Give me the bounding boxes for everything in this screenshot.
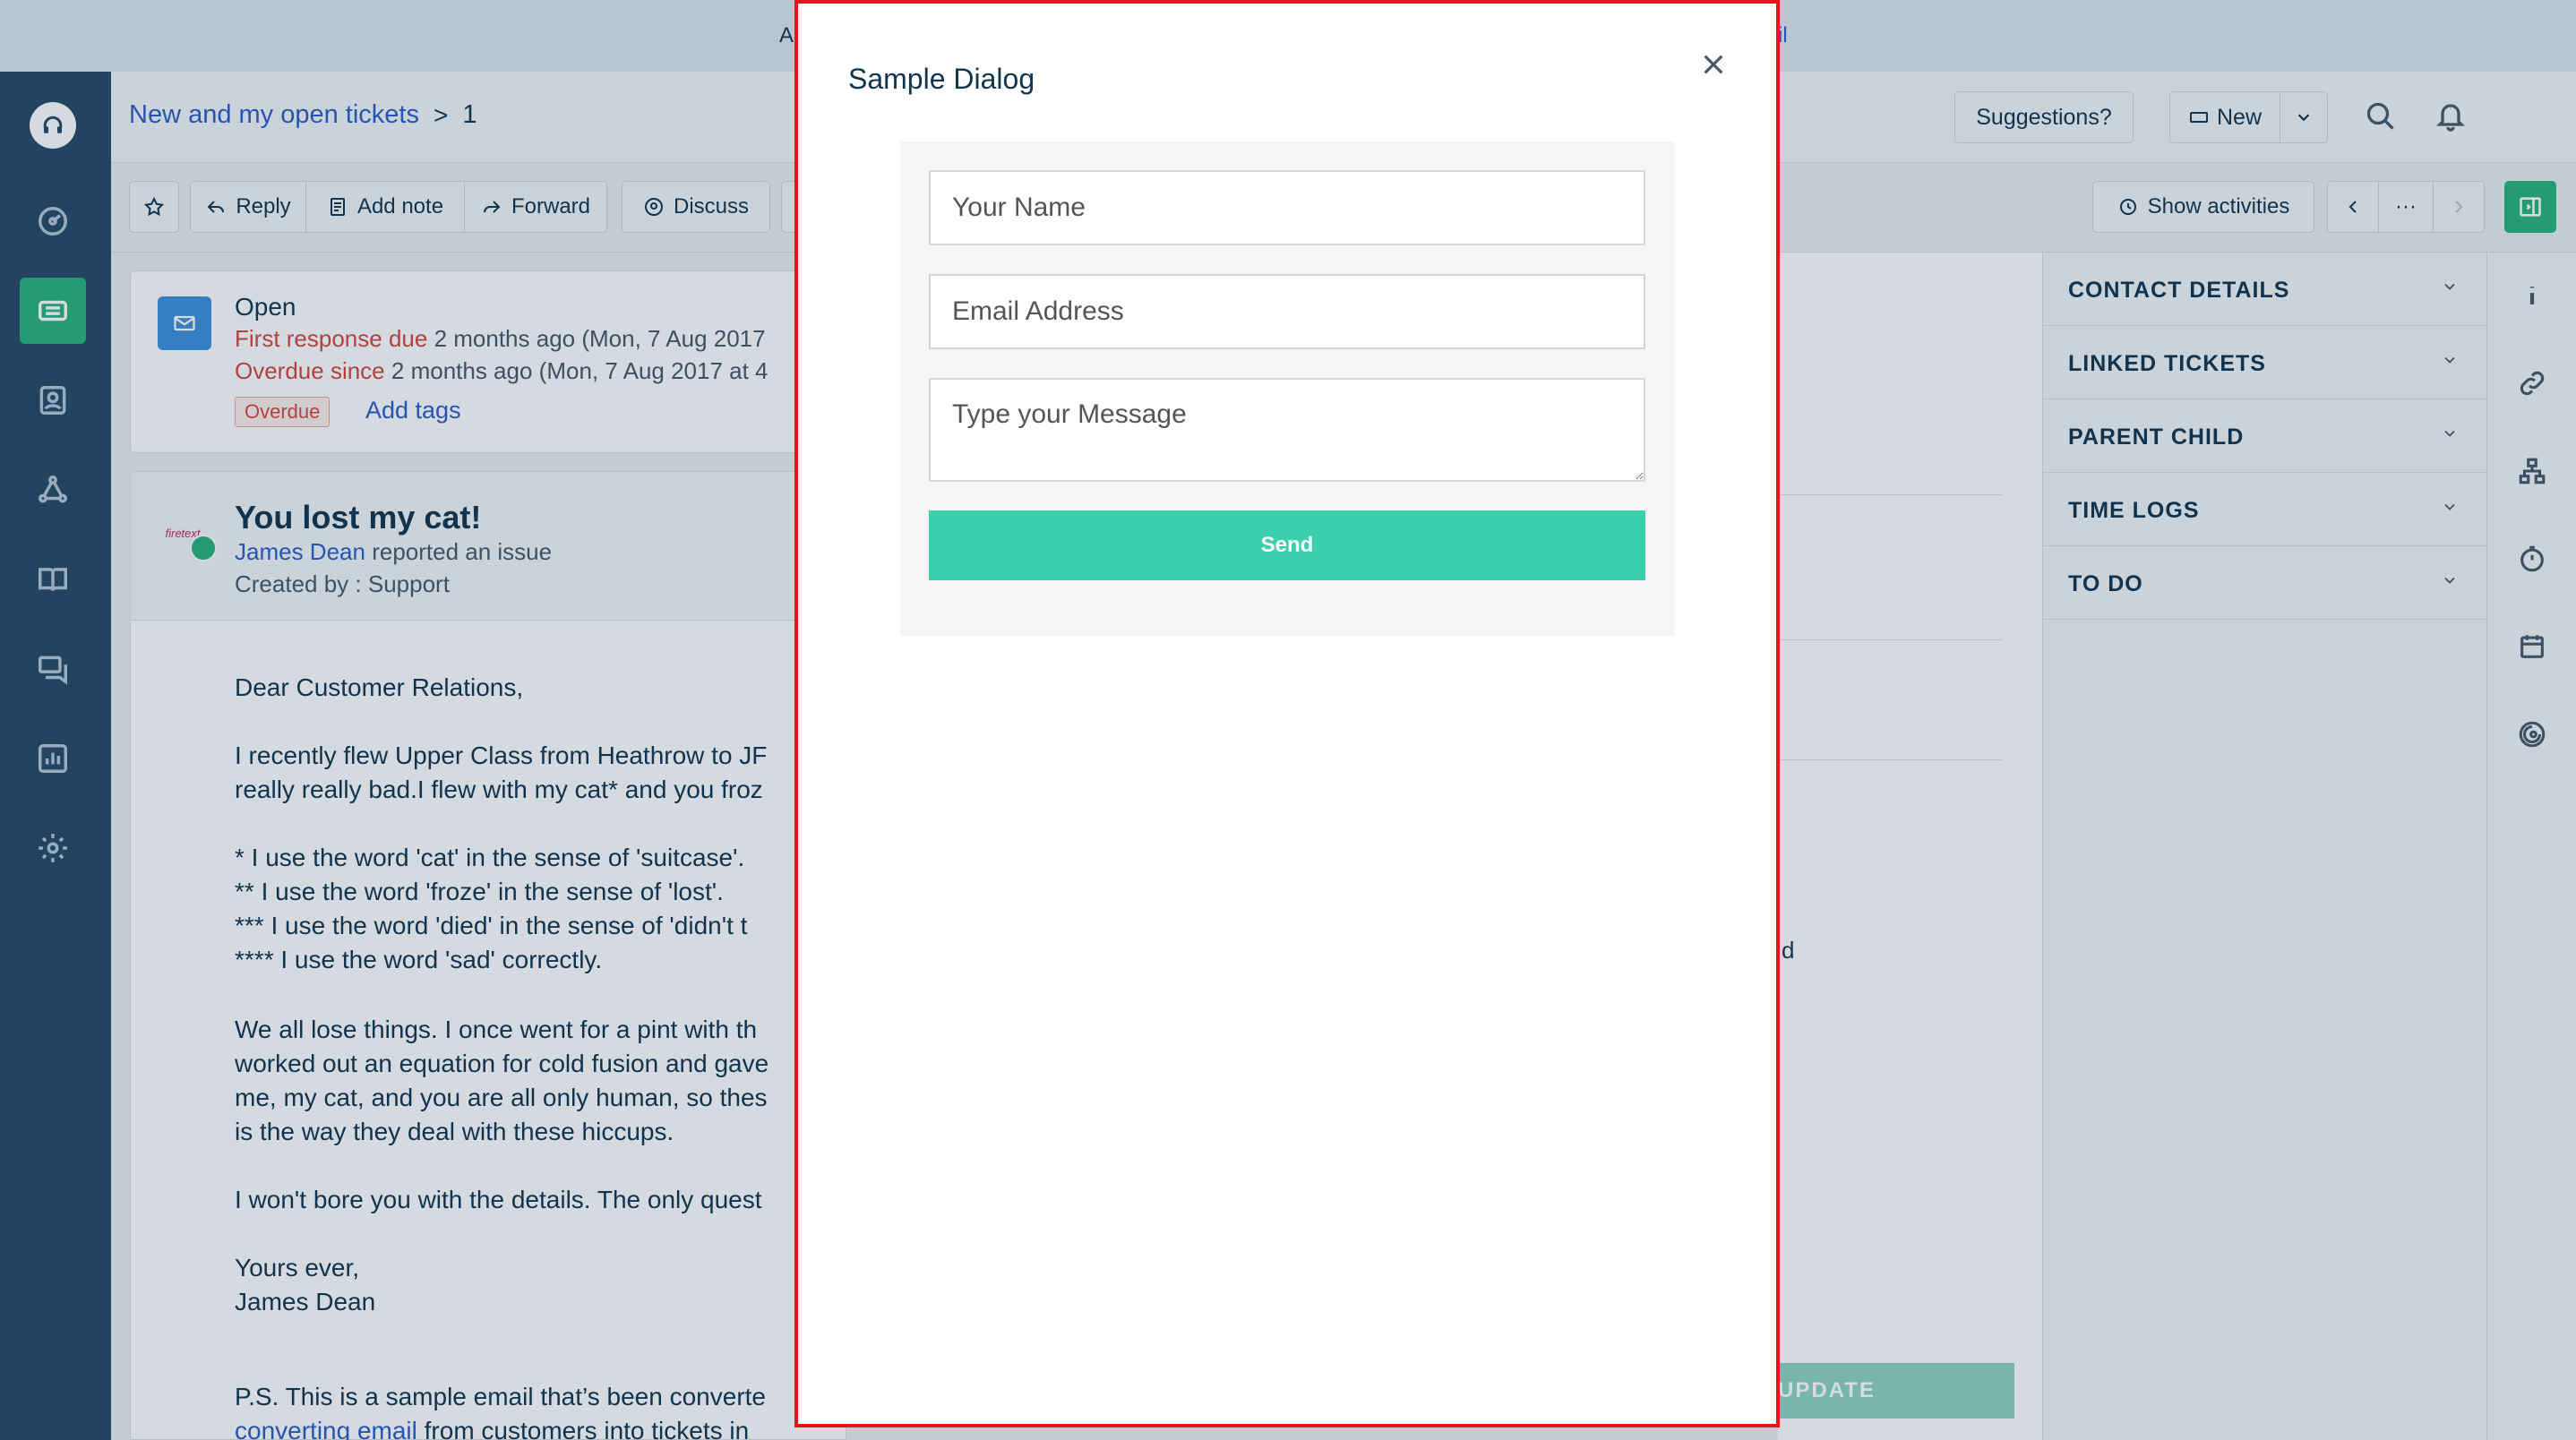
- dialog-title: Sample Dialog: [848, 63, 1035, 95]
- sample-dialog: Sample Dialog Send: [794, 0, 1780, 1427]
- message-field[interactable]: [929, 378, 1645, 482]
- close-icon[interactable]: [1696, 47, 1731, 82]
- email-field[interactable]: [929, 274, 1645, 349]
- send-button[interactable]: Send: [929, 510, 1645, 580]
- contact-form: Send: [900, 141, 1674, 636]
- name-field[interactable]: [929, 170, 1645, 245]
